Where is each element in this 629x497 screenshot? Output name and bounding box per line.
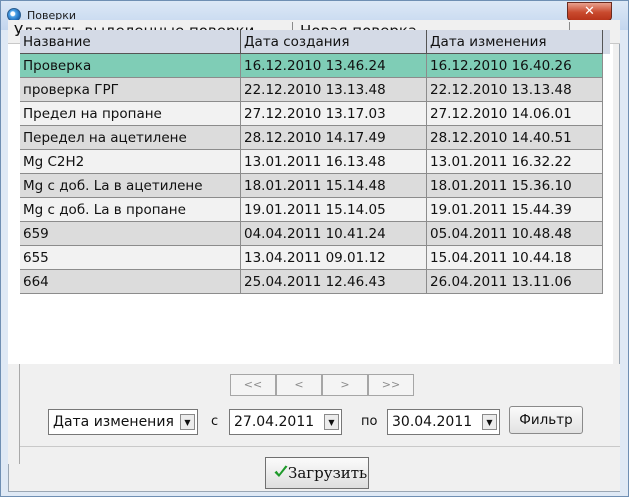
filter-field-select[interactable]: Дата изменения ▼ <box>48 409 198 435</box>
cell-name[interactable]: Передел на ацетилене <box>20 126 241 150</box>
cell-modified[interactable]: 28.12.2010 14.40.51 <box>427 126 603 150</box>
cell-created[interactable]: 13.01.2011 16.13.48 <box>241 150 427 174</box>
cell-name[interactable]: Проверка <box>20 54 241 78</box>
cell-created[interactable]: 18.01.2011 15.14.48 <box>241 174 427 198</box>
cell-created[interactable]: 28.12.2010 14.17.49 <box>241 126 427 150</box>
cell-modified[interactable]: 27.12.2010 14.06.01 <box>427 102 603 126</box>
divider <box>20 446 620 447</box>
cell-created[interactable]: 16.12.2010 13.46.24 <box>241 54 427 78</box>
cell-name[interactable]: Mg с доб. La в ацетилене <box>20 174 241 198</box>
from-date-value: 27.04.2011 <box>234 414 315 430</box>
table-row[interactable]: 655 13.04.2011 09.01.12 15.04.2011 10.44.1… <box>20 246 603 270</box>
cell-created[interactable]: 27.12.2010 13.17.03 <box>241 102 427 126</box>
cell-modified[interactable]: 15.04.2011 10.44.18 <box>427 246 603 270</box>
column-header-name[interactable]: Название <box>20 30 241 54</box>
cell-modified[interactable]: 13.01.2011 16.32.22 <box>427 150 603 174</box>
cell-created[interactable]: 13.04.2011 09.01.12 <box>241 246 427 270</box>
cell-modified[interactable]: 22.12.2010 13.13.48 <box>427 78 603 102</box>
from-date-picker[interactable]: 27.04.2011 ▼ <box>229 409 342 435</box>
cell-modified[interactable]: 16.12.2010 16.40.26 <box>427 54 603 78</box>
cell-modified[interactable]: 18.01.2011 15.36.10 <box>427 174 603 198</box>
cell-name[interactable]: 655 <box>20 246 241 270</box>
filter-field-value: Дата изменения <box>53 414 174 430</box>
to-date-picker[interactable]: 30.04.2011 ▼ <box>387 409 500 435</box>
check-icon <box>274 465 288 477</box>
next-page-button[interactable]: > <box>322 374 368 396</box>
table-row[interactable]: Проверка 16.12.2010 13.46.24 16.12.2010 16… <box>20 54 603 78</box>
chevron-down-icon[interactable]: ▼ <box>324 414 339 430</box>
table-row[interactable]: Передел на ацетилене 28.12.2010 14.17.49 2… <box>20 126 603 150</box>
table-row[interactable]: Mg с доб. La в пропане 19.01.2011 15.14.0… <box>20 198 603 222</box>
column-header-modified[interactable]: Дата изменения <box>427 30 603 54</box>
cell-modified[interactable]: 26.04.2011 13.11.06 <box>427 270 603 294</box>
table-row[interactable]: Mg с доб. La в ацетилене 18.01.2011 15.14… <box>20 174 603 198</box>
column-header-created[interactable]: Дата создания <box>241 30 427 54</box>
last-page-button[interactable]: >> <box>368 374 414 396</box>
prev-page-button[interactable]: < <box>276 374 322 396</box>
close-icon: ✕ <box>584 4 595 19</box>
chevron-down-icon[interactable]: ▼ <box>482 414 497 430</box>
cell-created[interactable]: 22.12.2010 13.13.48 <box>241 78 427 102</box>
filter-button[interactable]: Фильтр <box>509 406 583 434</box>
table-header: Название Дата создания Дата изменения <box>20 30 610 54</box>
cell-modified[interactable]: 19.01.2011 15.44.39 <box>427 198 603 222</box>
cell-modified[interactable]: 05.04.2011 10.48.48 <box>427 222 603 246</box>
load-button[interactable]: Загрузить <box>265 457 369 489</box>
table-row[interactable]: 664 25.04.2011 12.46.43 26.04.2011 13.11.0… <box>20 270 603 294</box>
cell-created[interactable]: 25.04.2011 12.46.43 <box>241 270 427 294</box>
cell-created[interactable]: 04.04.2011 10.41.24 <box>241 222 427 246</box>
cell-name[interactable]: Предел на пропане <box>20 102 241 126</box>
cell-name[interactable]: Mg C2H2 <box>20 150 241 174</box>
table-row[interactable]: Mg C2H2 13.01.2011 16.13.48 13.01.2011 16.… <box>20 150 603 174</box>
to-date-value: 30.04.2011 <box>392 414 473 430</box>
table-row[interactable]: Предел на пропане 27.12.2010 13.17.03 27.1… <box>20 102 603 126</box>
load-button-label: Загрузить <box>288 464 368 482</box>
cell-created[interactable]: 19.01.2011 15.14.05 <box>241 198 427 222</box>
chevron-down-icon[interactable]: ▼ <box>180 414 195 430</box>
from-label: с <box>211 414 219 429</box>
close-button[interactable]: ✕ <box>567 2 612 21</box>
cell-name[interactable]: Mg с доб. La в пропане <box>20 198 241 222</box>
cell-name[interactable]: проверка ГРГ <box>20 78 241 102</box>
first-page-button[interactable]: << <box>230 374 276 396</box>
table-row[interactable]: проверка ГРГ 22.12.2010 13.13.48 22.12.201… <box>20 78 603 102</box>
cell-name[interactable]: 659 <box>20 222 241 246</box>
cell-name[interactable]: 664 <box>20 270 241 294</box>
to-label: по <box>361 414 378 429</box>
table-row[interactable]: 659 04.04.2011 10.41.24 05.04.2011 10.48.4… <box>20 222 603 246</box>
